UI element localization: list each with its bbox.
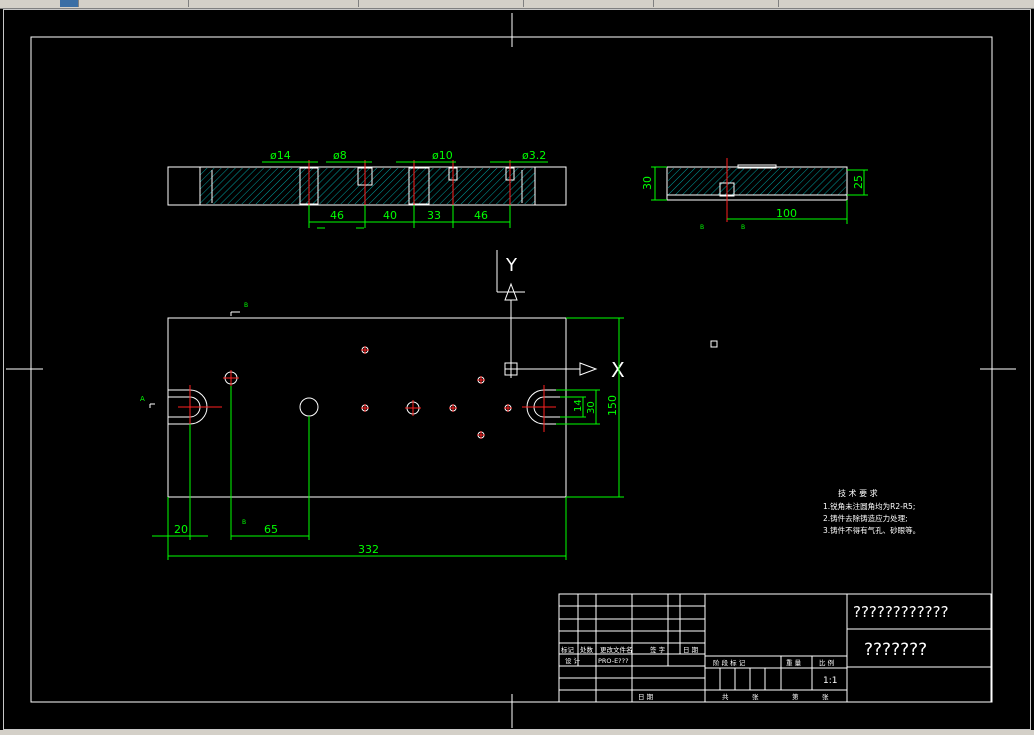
dim-33: 33 (427, 209, 441, 222)
dim-40: 40 (383, 209, 397, 222)
tb-title-top: ???????????? (853, 603, 949, 621)
cad-drawing-canvas[interactable]: ø14 ø8 ø10 ø3.2 46 40 33 46 30 25 100 B … (0, 0, 1034, 735)
ucs-y-label: Y (505, 255, 518, 276)
dim-phi8: ø8 (333, 149, 347, 162)
plan-view (149, 311, 624, 560)
dim-46a: 46 (330, 209, 344, 222)
dim-25: 25 (852, 175, 865, 189)
tb-h-sign: 签 字 (650, 645, 666, 654)
tb-h-doc: 更改文件名 (600, 645, 633, 654)
tb-h-mark: 标记 (561, 645, 575, 654)
tb-total: 共 (722, 692, 729, 701)
dim-30: 30 (641, 176, 654, 190)
tech-req-line2: 2.铸件去除铸造应力处理; (823, 513, 908, 523)
tech-req-title: 技 术 要 求 (838, 488, 878, 498)
tech-req-line1: 1.锐角未注圆角均为R2-R5; (823, 501, 915, 511)
side-view (651, 158, 868, 224)
tb-scale: 1:1 (823, 676, 837, 686)
dim-phi3-2: ø3.2 (522, 149, 546, 162)
tb-sheet-no: 第 (792, 692, 799, 701)
tb-h-date: 日 期 (683, 646, 699, 654)
tb-sheet-end: 张 (822, 692, 829, 701)
section-mark-b: B (700, 224, 704, 231)
section-mark-b: B (741, 224, 745, 231)
tb-weight: 重 量 (786, 659, 802, 667)
dim-14: 14 (573, 399, 584, 412)
tb-date2: 日 期 (638, 693, 654, 701)
dim-20: 20 (174, 523, 188, 536)
section-mark-b: B (242, 519, 246, 526)
tb-stage: 阶 段 标 记 (713, 658, 746, 667)
bottom-scroll-strip[interactable] (0, 730, 1034, 735)
dim-phi14: ø14 (270, 149, 291, 162)
dim-46b: 46 (474, 209, 488, 222)
tb-designer: PRO-E??? (598, 657, 629, 665)
section-mark-b: B (244, 302, 248, 309)
ucs-x-label: X (611, 358, 625, 382)
dim-100: 100 (776, 207, 797, 220)
dim-65: 65 (264, 523, 278, 536)
tb-sheets: 张 (752, 692, 759, 701)
front-section-view (167, 160, 567, 229)
tb-design: 设 计 (565, 656, 581, 665)
tb-scale-label: 比 例 (819, 658, 834, 667)
tech-req-line3: 3.铸件不得有气孔、砂眼等。 (823, 525, 920, 535)
dim-30b: 30 (586, 401, 597, 414)
pickbox-cursor[interactable] (710, 340, 718, 348)
section-mark-a: A (140, 395, 145, 403)
dim-phi10: ø10 (432, 149, 453, 162)
dim-332: 332 (358, 543, 379, 556)
tb-h-count: 处数 (580, 645, 594, 654)
tb-title-bottom: ??????? (864, 640, 927, 660)
dim-150: 150 (606, 395, 619, 416)
